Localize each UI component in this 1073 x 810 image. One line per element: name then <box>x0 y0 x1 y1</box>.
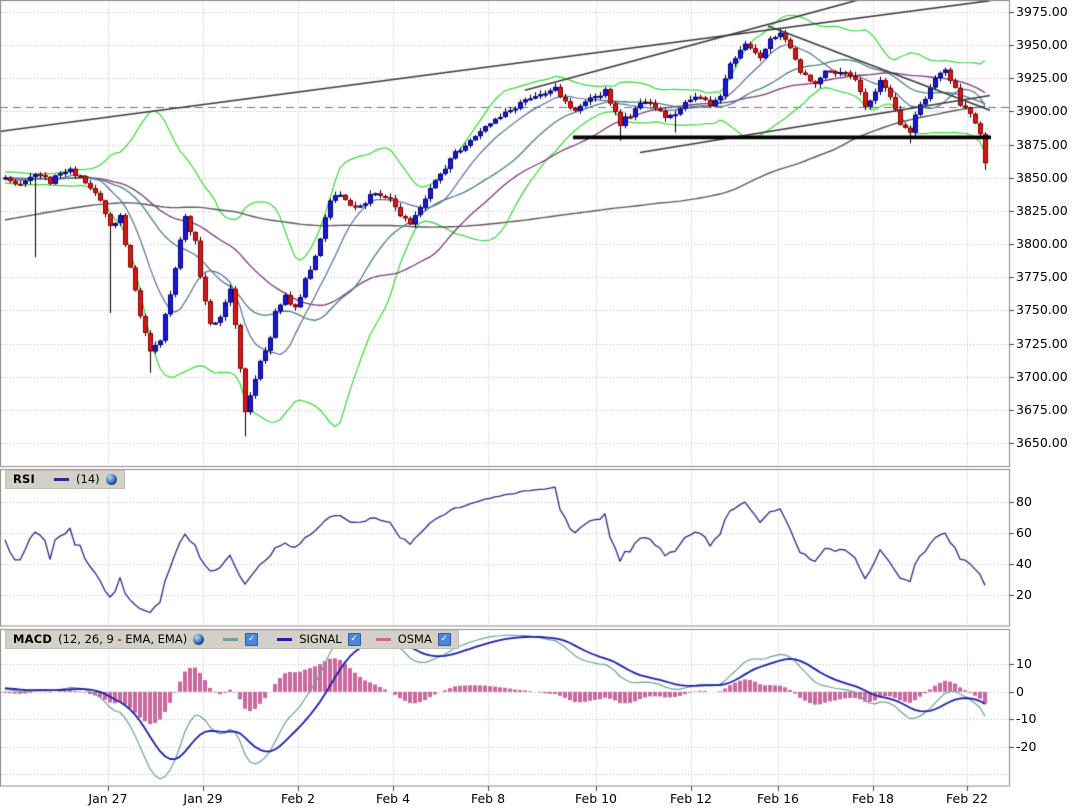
chart-canvas[interactable] <box>0 0 1073 810</box>
macd-tick-label: -20 <box>1016 739 1037 754</box>
price-tick-label: 3750.00 <box>1016 302 1068 317</box>
signal-line-swatch-icon <box>277 637 293 641</box>
date-tick-label: Feb 8 <box>470 791 506 806</box>
date-tick-label: Feb 12 <box>669 791 713 806</box>
rsi-indicator-header[interactable]: RSI (14) <box>5 470 125 489</box>
date-tick-label: Jan 29 <box>183 791 223 806</box>
rsi-tick-label: 40 <box>1016 556 1032 571</box>
signal-label: SIGNAL <box>299 632 342 646</box>
price-tick-label: 3700.00 <box>1016 369 1068 384</box>
macd-param-label: (12, 26, 9 - EMA, EMA) <box>58 632 188 646</box>
globe-icon[interactable] <box>105 473 117 485</box>
price-tick-label: 3800.00 <box>1016 236 1068 251</box>
price-tick-label: 3675.00 <box>1016 402 1068 417</box>
price-tick-label: 3775.00 <box>1016 269 1068 284</box>
price-tick-label: 3725.00 <box>1016 336 1068 351</box>
price-tick-label: 3850.00 <box>1016 170 1068 185</box>
date-tick-label: Feb 22 <box>945 791 989 806</box>
price-tick-label: 3825.00 <box>1016 203 1068 218</box>
macd-visibility-checkbox[interactable]: ✓ <box>245 632 259 646</box>
macd-title: MACD <box>13 632 53 646</box>
date-tick-label: Jan 27 <box>88 791 128 806</box>
rsi-param-label: (14) <box>76 472 100 486</box>
osma-swatch-icon <box>375 637 391 641</box>
price-tick-label: 3650.00 <box>1016 435 1068 450</box>
rsi-tick-label: 80 <box>1016 494 1032 509</box>
rsi-title: RSI <box>13 472 36 486</box>
macd-line-swatch-icon <box>223 637 239 641</box>
rsi-tick-label: 60 <box>1016 525 1032 540</box>
date-tick-label: Feb 18 <box>851 791 895 806</box>
price-tick-label: 3900.00 <box>1016 103 1068 118</box>
price-tick-label: 3975.00 <box>1016 4 1068 19</box>
macd-tick-label: 10 <box>1016 656 1032 671</box>
signal-visibility-checkbox[interactable]: ✓ <box>347 632 361 646</box>
rsi-line-swatch-icon <box>54 477 70 481</box>
macd-tick-label: 0 <box>1016 684 1024 699</box>
price-tick-label: 3925.00 <box>1016 70 1068 85</box>
macd-indicator-header[interactable]: MACD (12, 26, 9 - EMA, EMA) ✓ SIGNAL ✓ O… <box>5 630 459 649</box>
osma-label: OSMA <box>397 632 432 646</box>
macd-tick-label: -10 <box>1016 711 1037 726</box>
osma-visibility-checkbox[interactable]: ✓ <box>437 632 451 646</box>
date-tick-label: Feb 2 <box>280 791 316 806</box>
chart-window: 3975.00 3950.00 3925.00 3900.00 3875.00 3850.… <box>0 0 1073 810</box>
globe-icon[interactable] <box>193 633 205 645</box>
price-tick-label: 3950.00 <box>1016 37 1068 52</box>
date-tick-label: Feb 10 <box>574 791 618 806</box>
price-tick-label: 3875.00 <box>1016 137 1068 152</box>
date-tick-label: Feb 4 <box>375 791 411 806</box>
date-tick-label: Feb 16 <box>756 791 800 806</box>
rsi-tick-label: 20 <box>1016 587 1032 602</box>
